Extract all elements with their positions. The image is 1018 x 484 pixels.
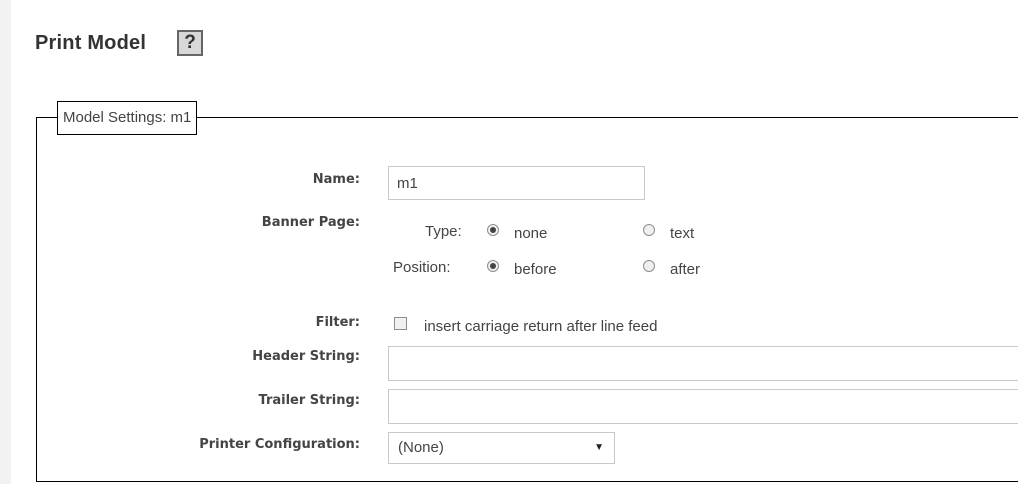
header-string-label: Header String: <box>252 349 360 364</box>
trailer-string-input[interactable] <box>388 389 1018 424</box>
chevron-down-icon: ▼ <box>594 442 604 453</box>
name-input[interactable] <box>388 166 645 200</box>
banner-type-label: Type: <box>425 223 462 240</box>
banner-type-text-label: text <box>670 225 695 242</box>
banner-type-text-radio[interactable] <box>643 224 655 236</box>
banner-type-none-label: none <box>514 225 548 242</box>
header-string-input[interactable] <box>388 346 1018 381</box>
page-title: Print Model <box>35 32 147 54</box>
banner-position-before-radio[interactable] <box>487 260 499 272</box>
banner-position-after-radio[interactable] <box>643 260 655 272</box>
banner-position-before-label: before <box>514 261 557 278</box>
banner-page-label: Banner Page: <box>261 215 360 230</box>
left-rail <box>0 0 11 484</box>
printer-configuration-value: (None) <box>398 439 444 456</box>
filter-checkbox-label[interactable]: insert carriage return after line feed <box>424 318 657 335</box>
name-label: Name: <box>312 172 360 187</box>
filter-label: Filter: <box>315 315 360 330</box>
filter-checkbox[interactable] <box>394 317 407 330</box>
banner-type-none-radio[interactable] <box>487 224 499 236</box>
banner-position-label: Position: <box>393 259 451 276</box>
trailer-string-label: Trailer String: <box>258 393 361 408</box>
banner-position-after-label: after <box>670 261 701 278</box>
help-icon[interactable]: ? <box>177 30 203 56</box>
printer-configuration-select[interactable]: (None) ▼ <box>388 432 615 464</box>
fieldset-legend: Model Settings: m1 <box>57 101 198 135</box>
printer-configuration-label: Printer Configuration: <box>199 437 360 452</box>
